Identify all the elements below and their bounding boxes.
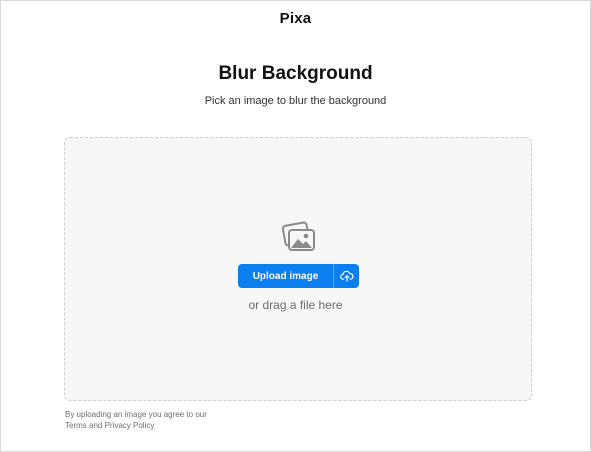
upload-button-group: Upload image bbox=[238, 264, 359, 288]
brand-logo[interactable]: Pixa bbox=[0, 10, 591, 27]
image-gallery-icon bbox=[281, 221, 315, 251]
drag-hint: or drag a file here bbox=[248, 298, 343, 312]
terms-privacy-link[interactable]: Terms and Privacy Policy bbox=[65, 420, 207, 431]
legal-notice: By uploading an image you agree to our T… bbox=[65, 409, 207, 431]
legal-line: By uploading an image you agree to our bbox=[65, 410, 207, 419]
page-subtitle: Pick an image to blur the background bbox=[204, 95, 387, 107]
cloud-upload-icon bbox=[339, 270, 354, 282]
cloud-upload-button[interactable] bbox=[334, 264, 359, 288]
upload-image-button[interactable]: Upload image bbox=[238, 264, 333, 288]
page-title: Blur Background bbox=[218, 63, 373, 84]
